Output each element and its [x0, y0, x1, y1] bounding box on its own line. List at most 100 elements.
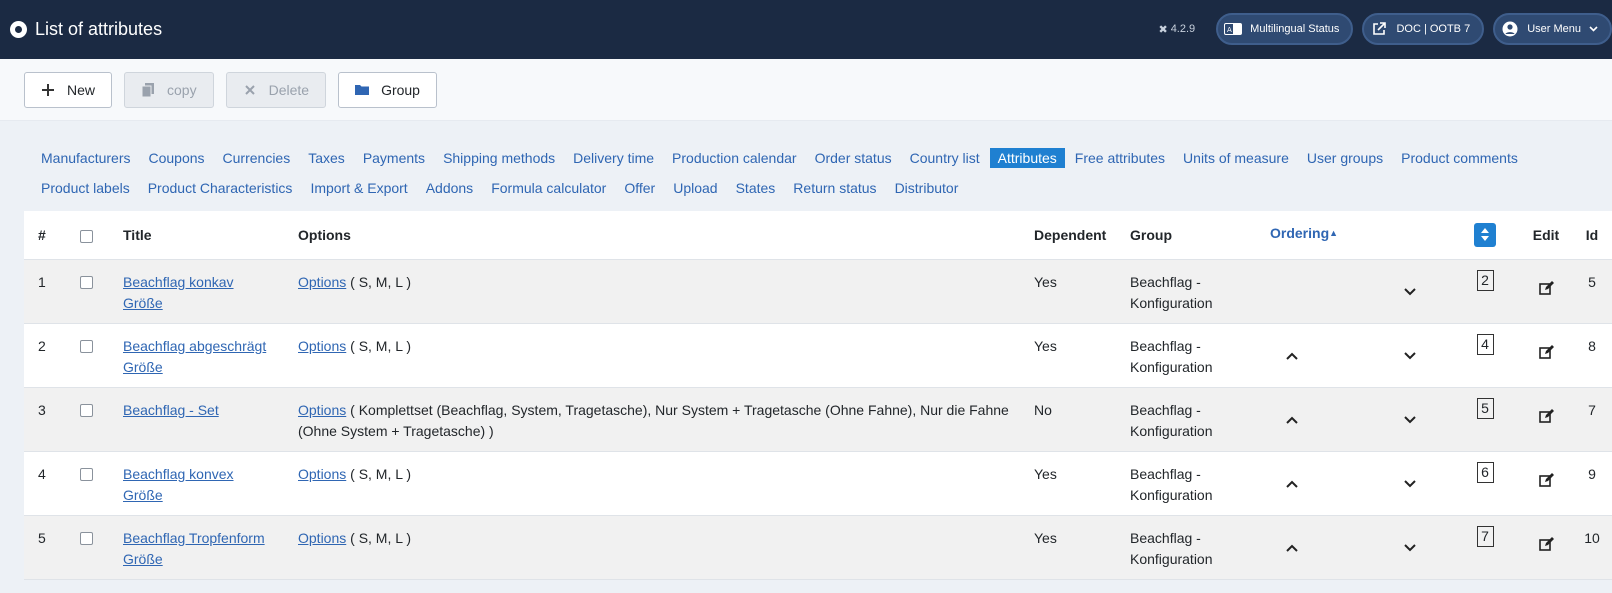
submenu-row-1: Manufacturers Coupons Currencies Taxes Payme…: [24, 143, 1612, 173]
joomla-icon: ✖: [1158, 23, 1168, 36]
row-order-down: [1400, 259, 1450, 324]
delete-button[interactable]: Delete: [225, 71, 327, 108]
order-input[interactable]: 2: [1476, 269, 1494, 291]
submenu-item-return-status[interactable]: Return status: [785, 178, 884, 198]
row-checkbox-cell: [80, 323, 123, 388]
new-button[interactable]: New: [24, 71, 113, 108]
table-row: 2 Beachflag abgeschrägt Größe Options ( S, …: [24, 323, 1612, 388]
multilingual-status-button[interactable]: A Multilingual Status: [1216, 13, 1354, 45]
submenu-item-user-groups[interactable]: User groups: [1299, 148, 1391, 168]
submenu-item-product-characteristics[interactable]: Product Characteristics: [140, 178, 301, 198]
options-values: ( S, M, L ): [346, 529, 412, 546]
submenu-item-addons[interactable]: Addons: [418, 178, 481, 198]
toolbar: New copy Delete Group: [0, 59, 1612, 121]
attribute-title-link[interactable]: Beachflag abgeschrägt Größe: [123, 338, 266, 375]
submenu-item-manufacturers[interactable]: Manufacturers: [24, 148, 138, 168]
attribute-title-link[interactable]: Beachflag konkav Größe: [123, 274, 234, 311]
row-dependent: Yes: [1034, 451, 1130, 516]
options-link[interactable]: Options: [298, 466, 346, 482]
row-group: Beachflag - Konfiguration: [1130, 259, 1260, 324]
col-title[interactable]: Title: [123, 211, 298, 260]
move-down-icon[interactable]: [1400, 538, 1420, 558]
submenu-item-currencies[interactable]: Currencies: [215, 148, 299, 168]
submenu-item-states[interactable]: States: [728, 178, 784, 198]
col-ordering[interactable]: Ordering▲: [1260, 211, 1450, 260]
table-row: 1 Beachflag konkav Größe Options ( S, M, L …: [24, 259, 1612, 324]
move-up-icon[interactable]: [1282, 538, 1302, 558]
submenu-item-formula-calculator[interactable]: Formula calculator: [483, 178, 614, 198]
move-down-icon[interactable]: [1400, 346, 1420, 366]
row-order-value: 7: [1450, 515, 1520, 580]
save-order-button[interactable]: [1474, 222, 1496, 247]
row-options: Options ( S, M, L ): [298, 259, 1034, 324]
submenu-item-offer[interactable]: Offer: [616, 178, 663, 198]
edit-icon[interactable]: [1538, 280, 1554, 299]
submenu-item-taxes[interactable]: Taxes: [300, 148, 353, 168]
select-all-checkbox[interactable]: [80, 229, 93, 243]
row-checkbox[interactable]: [80, 403, 93, 417]
row-edit: [1520, 259, 1572, 324]
order-input[interactable]: 6: [1476, 461, 1494, 483]
attributes-table: # Title Options Dependent Group Ordering…: [24, 211, 1612, 580]
edit-icon[interactable]: [1538, 408, 1554, 427]
submenu-item-free-attributes[interactable]: Free attributes: [1067, 148, 1173, 168]
move-down-icon[interactable]: [1400, 410, 1420, 430]
submenu-item-upload[interactable]: Upload: [665, 178, 725, 198]
submenu-item-coupons[interactable]: Coupons: [140, 148, 212, 168]
row-dependent: Yes: [1034, 323, 1130, 388]
submenu-item-delivery-time[interactable]: Delivery time: [565, 148, 662, 168]
order-input[interactable]: 4: [1476, 333, 1494, 355]
group-button[interactable]: Group: [338, 71, 437, 108]
row-checkbox-cell: [80, 515, 123, 580]
options-link[interactable]: Options: [298, 402, 346, 418]
submenu-item-order-status[interactable]: Order status: [807, 148, 900, 168]
move-up-icon[interactable]: [1282, 474, 1302, 494]
order-input[interactable]: 7: [1476, 525, 1494, 547]
row-group: Beachflag - Konfiguration: [1130, 451, 1260, 516]
row-checkbox[interactable]: [80, 339, 93, 353]
row-checkbox-cell: [80, 259, 123, 324]
row-id: 7: [1572, 387, 1612, 452]
submenu-item-units-of-measure[interactable]: Units of measure: [1175, 148, 1297, 168]
submenu-item-production-calendar[interactable]: Production calendar: [664, 148, 805, 168]
row-title: Beachflag abgeschrägt Größe: [123, 323, 298, 388]
submenu-item-product-comments[interactable]: Product comments: [1393, 148, 1526, 168]
row-group: Beachflag - Konfiguration: [1130, 323, 1260, 388]
col-edit: Edit: [1520, 211, 1572, 260]
move-down-icon[interactable]: [1400, 282, 1420, 302]
row-edit: [1520, 323, 1572, 388]
order-input[interactable]: 5: [1476, 397, 1494, 419]
submenu-item-payments[interactable]: Payments: [355, 148, 433, 168]
row-options: Options ( S, M, L ): [298, 451, 1034, 516]
row-checkbox[interactable]: [80, 531, 93, 545]
edit-icon[interactable]: [1538, 472, 1554, 491]
edit-icon[interactable]: [1538, 344, 1554, 363]
user-menu-button[interactable]: User Menu: [1493, 13, 1612, 45]
row-checkbox[interactable]: [80, 275, 93, 289]
options-link[interactable]: Options: [298, 274, 346, 290]
move-down-icon[interactable]: [1400, 474, 1420, 494]
options-link[interactable]: Options: [298, 338, 346, 354]
table-row: 3 Beachflag - Set Options ( Komplettset (B…: [24, 387, 1612, 452]
attribute-title-link[interactable]: Beachflag - Set: [123, 402, 219, 418]
copy-button[interactable]: copy: [124, 71, 214, 108]
submenu-item-shipping-methods[interactable]: Shipping methods: [435, 148, 563, 168]
table-row: 4 Beachflag konvex Größe Options ( S, M, L …: [24, 451, 1612, 516]
submenu-item-attributes[interactable]: Attributes: [989, 148, 1065, 168]
row-id: 10: [1572, 515, 1612, 580]
row-group: Beachflag - Konfiguration: [1130, 515, 1260, 580]
row-checkbox[interactable]: [80, 467, 93, 481]
options-link[interactable]: Options: [298, 530, 346, 546]
attribute-title-link[interactable]: Beachflag Tropfenform Größe: [123, 530, 265, 567]
submenu-item-country-list[interactable]: Country list: [902, 148, 988, 168]
doc-site-button[interactable]: DOC | OOTB 7: [1362, 13, 1485, 45]
submenu-item-distributor[interactable]: Distributor: [887, 178, 967, 198]
submenu-item-product-labels[interactable]: Product labels: [24, 178, 138, 198]
edit-icon[interactable]: [1538, 536, 1554, 555]
attribute-title-link[interactable]: Beachflag konvex Größe: [123, 466, 234, 503]
row-title: Beachflag - Set: [123, 387, 298, 452]
move-up-icon[interactable]: [1282, 410, 1302, 430]
move-up-icon[interactable]: [1282, 346, 1302, 366]
row-order-value: 6: [1450, 451, 1520, 516]
submenu-item-import-export[interactable]: Import & Export: [302, 178, 415, 198]
